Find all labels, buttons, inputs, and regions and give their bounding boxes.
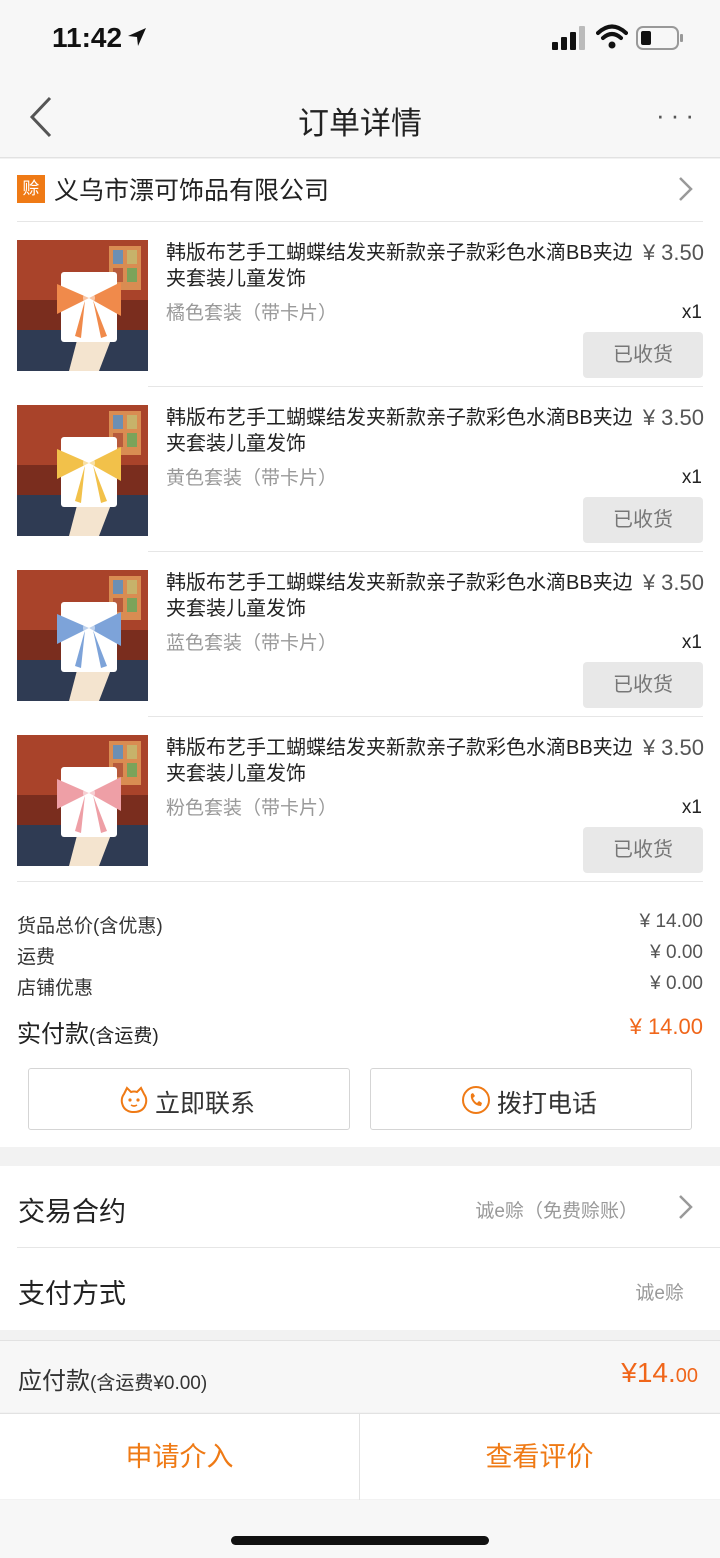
battery-icon xyxy=(636,26,683,50)
goods-total-label: 货品总价(含优惠) xyxy=(17,916,163,937)
shipping-row: 运费 ¥ 0.00 xyxy=(17,942,703,972)
shop-name: 义乌市漂可饰品有限公司 xyxy=(54,177,330,205)
product-price: ¥ 3.50 xyxy=(642,735,704,760)
shop-discount-value: ¥ 0.00 xyxy=(650,973,703,994)
order-item[interactable]: 韩版布艺手工蝴蝶结发夹新款亲子款彩色水滴BB夹边夹套装儿童发饰 ¥ 3.50 粉… xyxy=(0,717,720,882)
paid-row: 实付款(含运费) ¥ 14.00 xyxy=(17,1014,703,1050)
product-thumbnail xyxy=(17,405,148,536)
product-spec: 橘色套装（带卡片） xyxy=(166,303,338,324)
paid-label: 实付款(含运费) xyxy=(17,1014,159,1049)
location-arrow-icon xyxy=(128,28,146,46)
shop-discount-row: 店铺优惠 ¥ 0.00 xyxy=(17,973,703,1003)
chevron-right-icon xyxy=(679,177,693,201)
contact-now-label: 立即联系 xyxy=(155,1090,256,1118)
product-thumbnail xyxy=(17,735,148,866)
back-icon[interactable] xyxy=(26,94,58,140)
product-quantity: x1 xyxy=(681,797,702,818)
product-title: 韩版布艺手工蝴蝶结发夹新款亲子款彩色水滴BB夹边夹套装儿童发饰 xyxy=(166,572,633,620)
contract-row[interactable]: 交易合约 诚e赊（免费赊账） xyxy=(0,1166,720,1248)
product-quantity: x1 xyxy=(681,302,702,323)
product-thumbnail xyxy=(17,240,148,371)
phone-icon xyxy=(462,1086,490,1114)
cellular-signal-icon xyxy=(552,26,585,50)
paid-label-sub: (含运费) xyxy=(89,1026,159,1047)
product-quantity: x1 xyxy=(681,467,702,488)
product-spec: 蓝色套装（带卡片） xyxy=(166,633,338,654)
payable-value: ¥14.00 xyxy=(621,1357,698,1389)
contract-label: 交易合约 xyxy=(18,1197,126,1227)
payable-value-cents: 00 xyxy=(675,1365,698,1387)
call-label: 拨打电话 xyxy=(497,1090,598,1118)
status-time: 11:42 xyxy=(52,22,123,53)
order-item[interactable]: 韩版布艺手工蝴蝶结发夹新款亲子款彩色水滴BB夹边夹套装儿童发饰 ¥ 3.50 蓝… xyxy=(0,552,720,717)
paid-label-text: 实付款 xyxy=(17,1021,89,1048)
product-price: ¥ 3.50 xyxy=(642,240,704,265)
wifi-icon xyxy=(596,24,628,49)
product-title: 韩版布艺手工蝴蝶结发夹新款亲子款彩色水滴BB夹边夹套装儿童发饰 xyxy=(166,737,633,785)
chevron-right-icon xyxy=(679,1195,693,1219)
received-status-button[interactable]: 已收货 xyxy=(583,497,703,543)
home-indicator[interactable] xyxy=(231,1536,489,1545)
product-spec: 黄色套装（带卡片） xyxy=(166,468,338,489)
paid-value: ¥ 14.00 xyxy=(629,1014,703,1039)
payment-method-value: 诚e赊 xyxy=(635,1283,684,1304)
payable-label-text: 应付款 xyxy=(18,1368,90,1395)
product-price: ¥ 3.50 xyxy=(642,405,704,430)
order-card: 赊 义乌市漂可饰品有限公司 韩版布艺手工蝴蝶结发夹新款亲子款彩色水滴BB夹边夹套… xyxy=(0,159,720,1147)
shop-row[interactable]: 赊 义乌市漂可饰品有限公司 xyxy=(0,159,720,221)
shipping-value: ¥ 0.00 xyxy=(650,942,703,963)
received-status-button[interactable]: 已收货 xyxy=(583,332,703,378)
bottom-action-bar: 申请介入 查看评价 xyxy=(0,1413,720,1500)
more-menu-button[interactable]: ··· xyxy=(650,100,706,136)
received-status-button[interactable]: 已收货 xyxy=(583,662,703,708)
contact-now-button[interactable]: 立即联系 xyxy=(28,1068,350,1130)
product-price: ¥ 3.50 xyxy=(642,570,704,595)
payable-row: 应付款(含运费¥0.00) ¥14.00 xyxy=(0,1340,720,1412)
product-thumbnail xyxy=(17,570,148,701)
product-title: 韩版布艺手工蝴蝶结发夹新款亲子款彩色水滴BB夹边夹套装儿童发饰 xyxy=(166,242,633,290)
goods-total-row: 货品总价(含优惠) ¥ 14.00 xyxy=(17,911,703,941)
shipping-label: 运费 xyxy=(17,947,56,968)
product-title: 韩版布艺手工蝴蝶结发夹新款亲子款彩色水滴BB夹边夹套装儿童发饰 xyxy=(166,407,633,455)
home-indicator-area xyxy=(0,1500,720,1558)
payable-label-sub: (含运费¥0.00) xyxy=(90,1373,208,1394)
apply-intervention-button[interactable]: 申请介入 xyxy=(0,1414,359,1500)
shop-discount-label: 店铺优惠 xyxy=(17,978,94,999)
credit-badge: 赊 xyxy=(17,175,45,203)
product-quantity: x1 xyxy=(681,632,702,653)
order-info-section: 交易合约 诚e赊（免费赊账） 支付方式 诚e赊 xyxy=(0,1166,720,1330)
call-button[interactable]: 拨打电话 xyxy=(370,1068,692,1130)
status-bar: 11:42 xyxy=(0,0,720,76)
received-status-button[interactable]: 已收货 xyxy=(583,827,703,873)
payable-label: 应付款(含运费¥0.00) xyxy=(18,1361,207,1396)
order-item[interactable]: 韩版布艺手工蝴蝶结发夹新款亲子款彩色水滴BB夹边夹套装儿童发饰 ¥ 3.50 橘… xyxy=(0,222,720,387)
nav-bar: 订单详情 ··· xyxy=(0,76,720,158)
view-review-button[interactable]: 查看评价 xyxy=(360,1414,719,1500)
divider xyxy=(17,881,703,882)
chat-cat-icon xyxy=(120,1086,148,1114)
order-item[interactable]: 韩版布艺手工蝴蝶结发夹新款亲子款彩色水滴BB夹边夹套装儿童发饰 ¥ 3.50 黄… xyxy=(0,387,720,552)
goods-total-value: ¥ 14.00 xyxy=(639,911,703,932)
product-spec: 粉色套装（带卡片） xyxy=(166,798,338,819)
contract-value: 诚e赊（免费赊账） xyxy=(475,1201,638,1222)
payable-value-main: ¥14. xyxy=(621,1357,676,1388)
payment-method-row: 支付方式 诚e赊 xyxy=(0,1248,720,1330)
payment-method-label: 支付方式 xyxy=(18,1279,126,1309)
page-title: 订单详情 xyxy=(298,106,422,141)
